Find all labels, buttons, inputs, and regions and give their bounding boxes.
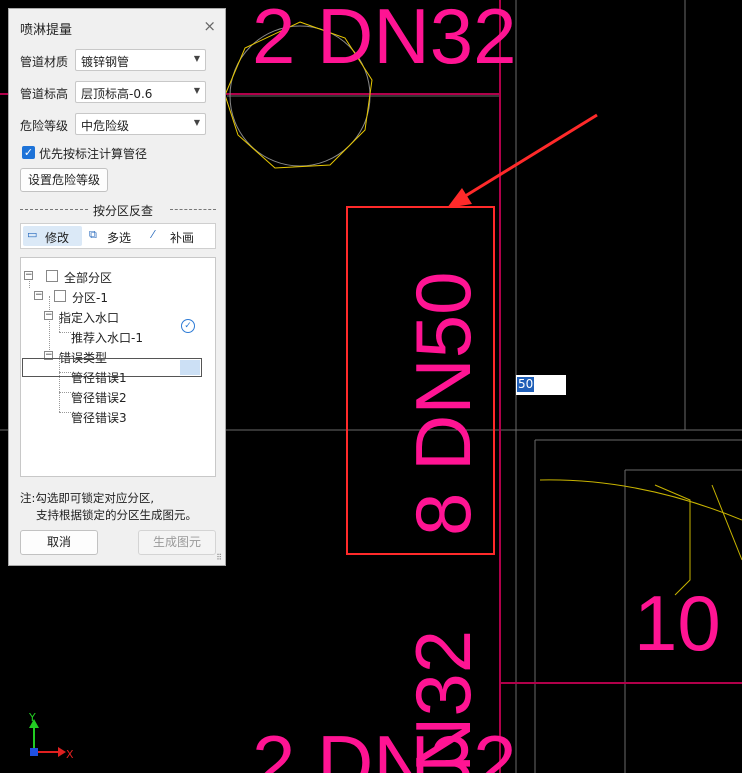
tree-connector xyxy=(59,332,71,333)
axis-icon: Y X xyxy=(28,711,74,761)
close-icon[interactable]: × xyxy=(203,17,216,35)
tree-item-label: 推荐入水口-1 xyxy=(71,331,143,345)
tree-checkbox[interactable] xyxy=(54,290,66,302)
hazard-level-label: 危险等级 xyxy=(20,119,69,133)
pipe-material-value: 镀锌钢管 xyxy=(81,55,130,69)
axis-x-label: X xyxy=(66,748,74,761)
zone-tree: − 全部分区 − 分区-1 − 指定入水口 推荐入水口-1 ✓ − 错误类型 管… xyxy=(20,257,216,477)
pipe-elevation-value: 层顶标高-0.6 xyxy=(81,87,153,101)
tab-redraw[interactable]: ⁄ 补画 xyxy=(148,226,208,246)
divider xyxy=(170,209,216,210)
multi-select-icon: ⧉ xyxy=(89,228,97,241)
tree-connector xyxy=(59,392,71,393)
tree-item-label: 全部分区 xyxy=(64,271,113,285)
pipe-elevation-label: 管道标高 xyxy=(20,87,69,101)
selection-fill xyxy=(180,360,200,375)
inline-edit-input[interactable]: 50 xyxy=(516,375,566,395)
modify-icon: ▭ xyxy=(27,228,38,241)
hint-note: 注:勾选即可锁定对应分区, 支持根据锁定的分区生成图元。 xyxy=(20,490,197,524)
pipe-elevation-row: 管道标高 层顶标高-0.6 ▼ xyxy=(20,81,216,105)
pipe-elevation-select[interactable]: 层顶标高-0.6 ▼ xyxy=(75,81,206,103)
hazard-level-value: 中危险级 xyxy=(81,119,130,133)
tree-item-label: 管径错误1 xyxy=(71,371,127,385)
pipe-label-top: 2 DN32 xyxy=(252,0,516,80)
tab-modify[interactable]: ▭ 修改 xyxy=(23,226,82,246)
tab-multi-select-label: 多选 xyxy=(107,231,132,245)
section-separator: 按分区反查 xyxy=(20,202,216,218)
tree-connector xyxy=(59,412,71,413)
panel-title: 喷淋提量 xyxy=(20,23,73,38)
tab-multi-select[interactable]: ⧉ 多选 xyxy=(85,226,145,246)
hazard-level-select[interactable]: 中危险级 ▼ xyxy=(75,113,206,135)
chevron-down-icon: ▼ xyxy=(193,118,200,127)
pipe-label-center: 8 DN50 xyxy=(399,272,487,536)
tree-checkbox[interactable] xyxy=(46,270,58,282)
tree-item-recommended-inlet[interactable]: 推荐入水口-1 xyxy=(71,328,201,346)
tab-modify-label: 修改 xyxy=(45,231,70,245)
hazard-level-row: 危险等级 中危险级 ▼ xyxy=(20,113,216,137)
pipe-label-bottom-vertical: N32 xyxy=(399,630,487,773)
pencil-icon: ⁄ xyxy=(152,228,154,241)
hint-line-1: 注:勾选即可锁定对应分区, xyxy=(20,491,155,505)
cancel-button[interactable]: 取消 xyxy=(20,530,98,555)
axis-y-label: Y xyxy=(28,711,36,724)
divider xyxy=(20,209,88,210)
generate-elements-button[interactable]: 生成图元 xyxy=(138,530,216,555)
resize-grip-icon[interactable]: ⠿ xyxy=(216,553,222,562)
collapse-icon[interactable]: − xyxy=(44,311,53,320)
collapse-icon[interactable]: − xyxy=(34,291,43,300)
mode-toolbar: ▭ 修改 ⧉ 多选 ⁄ 补画 xyxy=(20,223,216,249)
pipe-material-row: 管道材质 镀锌钢管 ▼ xyxy=(20,49,216,73)
inline-edit-selected-value: 50 xyxy=(517,377,535,392)
tree-item-label: 管径错误2 xyxy=(71,391,127,405)
tab-redraw-label: 补画 xyxy=(170,231,195,245)
chevron-down-icon: ▼ xyxy=(193,54,200,63)
priority-annotation-label: 优先按标注计算管径 xyxy=(39,147,148,161)
tree-item-label: 指定入水口 xyxy=(59,311,120,325)
pipe-material-label: 管道材质 xyxy=(20,55,69,69)
tree-item-label: 分区-1 xyxy=(72,291,108,305)
section-separator-label: 按分区反查 xyxy=(93,204,154,218)
check-circle-icon: ✓ xyxy=(181,319,195,333)
pipe-material-select[interactable]: 镀锌钢管 ▼ xyxy=(75,49,206,71)
tree-item-label: 管径错误3 xyxy=(71,411,127,425)
pipe-label-right: 10 xyxy=(634,579,721,667)
sprinkler-quantity-panel: 喷淋提量 × 管道材质 镀锌钢管 ▼ 管道标高 层顶标高-0.6 ▼ 危险等级 … xyxy=(8,8,226,566)
chevron-down-icon: ▼ xyxy=(193,86,200,95)
collapse-icon[interactable]: − xyxy=(24,271,33,280)
arrow-annotation xyxy=(447,113,598,208)
checkbox-checked-icon: ✓ xyxy=(22,146,35,159)
set-hazard-level-button[interactable]: 设置危险等级 xyxy=(20,168,108,192)
tree-connector xyxy=(49,296,50,358)
hint-line-2: 支持根据锁定的分区生成图元。 xyxy=(36,508,197,522)
